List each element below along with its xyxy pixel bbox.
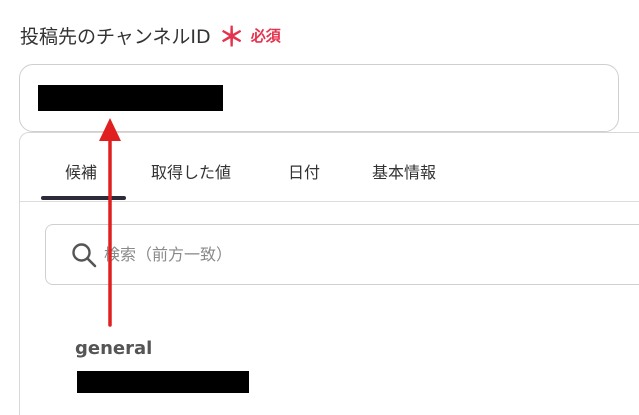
required-asterisk-icon: ＊ — [218, 23, 245, 53]
dropdown-tabs: 候補 取得した値 日付 基本情報 — [20, 133, 639, 202]
tab-date[interactable]: 日付 — [288, 159, 320, 183]
active-tab-indicator — [41, 196, 126, 200]
search-box[interactable] — [45, 224, 639, 285]
required-badge: 必須 — [250, 26, 281, 45]
tab-basic-info[interactable]: 基本情報 — [372, 159, 436, 183]
search-input[interactable] — [104, 245, 504, 264]
redacted-option-id — [77, 371, 249, 393]
tab-candidates[interactable]: 候補 — [65, 159, 97, 183]
option-name: general — [75, 338, 153, 359]
channel-id-input[interactable] — [19, 64, 619, 132]
list-item[interactable]: general — [20, 328, 639, 398]
field-label-text: 投稿先のチャンネルID — [20, 25, 211, 48]
redacted-channel-id — [38, 85, 223, 111]
field-label: 投稿先のチャンネルID ＊ 必須 — [20, 20, 281, 53]
tab-retrieved-values[interactable]: 取得した値 — [151, 159, 231, 183]
search-icon — [72, 243, 97, 268]
channel-id-field-screen: 投稿先のチャンネルID ＊ 必須 候補 取得した値 日付 基本情報 genera… — [0, 0, 639, 415]
suggestion-dropdown: 候補 取得した値 日付 基本情報 general — [19, 132, 639, 415]
